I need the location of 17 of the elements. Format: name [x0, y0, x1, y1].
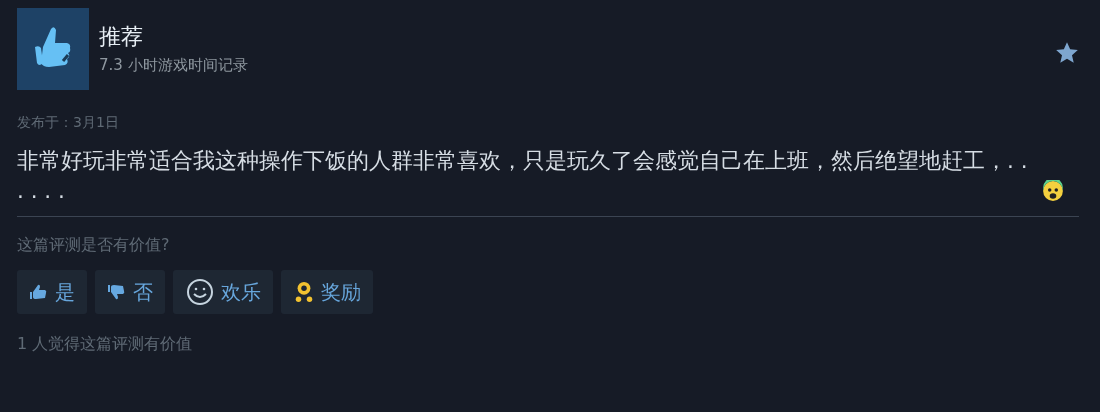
emoji-icon: [1042, 180, 1064, 202]
vote-button[interactable]: 欢乐: [173, 270, 273, 314]
vote-button[interactable]: 是: [17, 270, 87, 314]
thumbs-up-icon: [29, 282, 49, 302]
helpful-count: 1 人觉得这篇评测有价值: [17, 334, 194, 355]
playtime-text: 7.3 小时游戏时间记录: [99, 56, 248, 75]
star-icon[interactable]: [1054, 40, 1080, 66]
posted-date: 发布于：3月1日: [17, 114, 120, 132]
review-verdict: 推荐: [99, 23, 144, 51]
vote-button[interactable]: 否: [95, 270, 165, 314]
helpful-question: 这篇评测是否有价值?: [17, 235, 171, 256]
thumbs-down-icon: [107, 282, 127, 302]
smiley-icon: [185, 277, 215, 307]
review-text: 非常好玩非常适合我这种操作下饭的人群非常喜欢，只是玩久了会感觉自己在上班，然后绝望地赶工，. . . . . .: [17, 147, 1029, 205]
award-medal-icon: [293, 279, 315, 305]
thumbs-up-icon: [17, 8, 89, 90]
vote-button[interactable]: 奖励: [281, 270, 373, 314]
